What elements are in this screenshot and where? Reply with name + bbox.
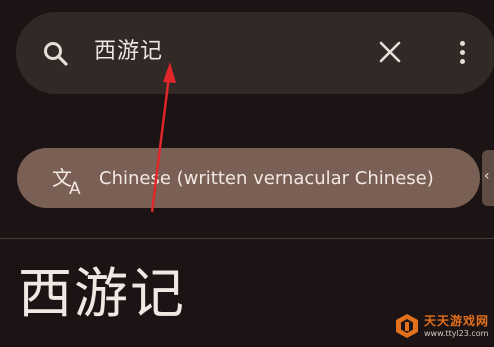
watermark: 天天游戏网 www.ttyl23.com (394, 309, 492, 343)
search-bar[interactable] (16, 12, 494, 94)
watermark-logo-icon (396, 314, 418, 338)
clear-search-button[interactable] (374, 36, 406, 68)
divider (0, 238, 494, 239)
translate-icon: 文 A (52, 166, 81, 196)
svg-text:A: A (69, 179, 81, 196)
app-screen: 西游记 文 A Chinese (written vernacular Chin… (0, 0, 494, 347)
watermark-url: www.ttyl23.com (424, 328, 489, 338)
search-icon[interactable] (42, 40, 70, 68)
search-input[interactable]: 西游记 (94, 36, 163, 68)
language-chip-label: Chinese (written vernacular Chinese) (99, 168, 434, 189)
close-icon (379, 41, 401, 63)
watermark-name: 天天游戏网 (424, 313, 490, 328)
chevron-left-icon: ‹ (484, 168, 490, 184)
more-options-button[interactable] (450, 34, 474, 70)
more-vert-icon (459, 40, 465, 46)
article-title: 西游记 (18, 262, 186, 325)
